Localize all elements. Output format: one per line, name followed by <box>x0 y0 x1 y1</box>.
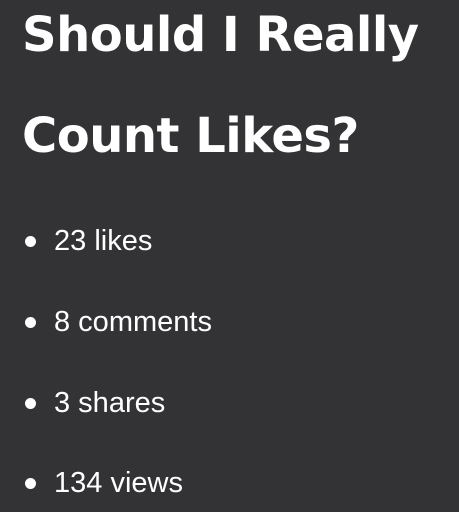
bullet-text: 134 views <box>54 467 183 499</box>
bullet-dot-icon <box>25 397 36 409</box>
bullet-dot-icon <box>25 316 36 328</box>
bullet-text: 8 comments <box>54 306 212 338</box>
slide-title-line-2: Count Likes? <box>22 108 359 164</box>
bullet-text: 3 shares <box>54 387 166 419</box>
bullet-dot-icon <box>25 235 36 247</box>
bullet-item-views: 134 views <box>22 463 183 503</box>
bullet-item-likes: 23 likes <box>22 221 152 261</box>
bullet-dot-icon <box>25 477 36 489</box>
bullet-item-shares: 3 shares <box>22 383 165 423</box>
slide-title-line-1: Should I Really <box>22 7 419 63</box>
slide: Should I Really Count Likes? 23 likes 8 … <box>0 0 459 512</box>
bullet-text: 23 likes <box>54 225 153 257</box>
bullet-item-comments: 8 comments <box>22 302 212 342</box>
